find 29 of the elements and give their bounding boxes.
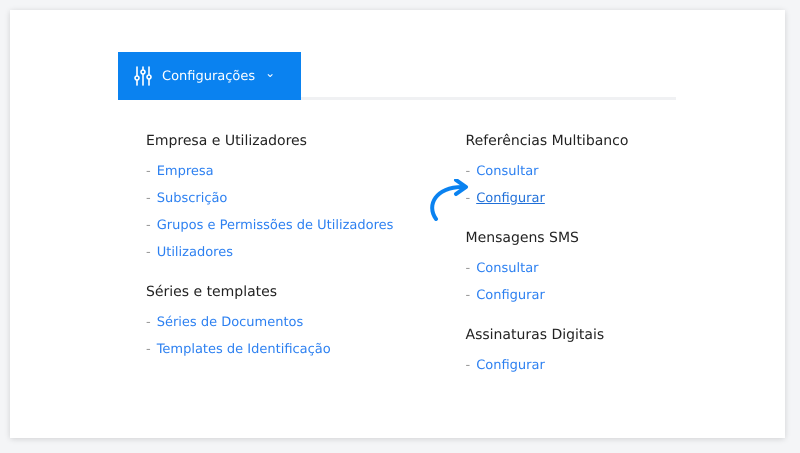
settings-link[interactable]: Subscrição [156,191,228,206]
bullet: - [466,358,470,373]
settings-link[interactable]: Consultar [476,261,539,276]
settings-link[interactable]: Utilizadores [156,245,233,260]
bullet: - [146,191,151,206]
settings-link[interactable]: Grupos e Permissões de Utilizadores [156,218,394,233]
sliders-icon [134,66,152,86]
settings-link[interactable]: Empresa [156,164,214,179]
settings-link[interactable]: Consultar [476,164,539,179]
bullet: - [466,191,470,206]
section-heading: Referências Multibanco [466,133,630,149]
settings-link[interactable]: Configurar [476,288,545,303]
section-heading: Séries e templates [146,284,278,300]
settings-menu-button[interactable]: Configurações ⌄ [118,52,301,100]
bullet: - [146,164,151,179]
bullet: - [146,245,151,260]
section-heading: Empresa e Utilizadores [146,133,308,149]
settings-link[interactable]: Configurar [476,191,545,206]
bullet: - [146,342,151,357]
bullet: - [146,218,151,233]
section-heading: Assinaturas Digitais [466,327,606,343]
bullet: - [466,288,470,303]
settings-link[interactable]: Templates de Identificação [156,342,331,357]
settings-link[interactable]: Configurar [476,358,545,373]
section-heading: Mensagens SMS [466,230,580,246]
bullet: - [466,261,470,276]
bullet: - [146,315,151,330]
bullet: - [466,164,470,179]
settings-link[interactable]: Séries de Documentos [156,315,304,330]
